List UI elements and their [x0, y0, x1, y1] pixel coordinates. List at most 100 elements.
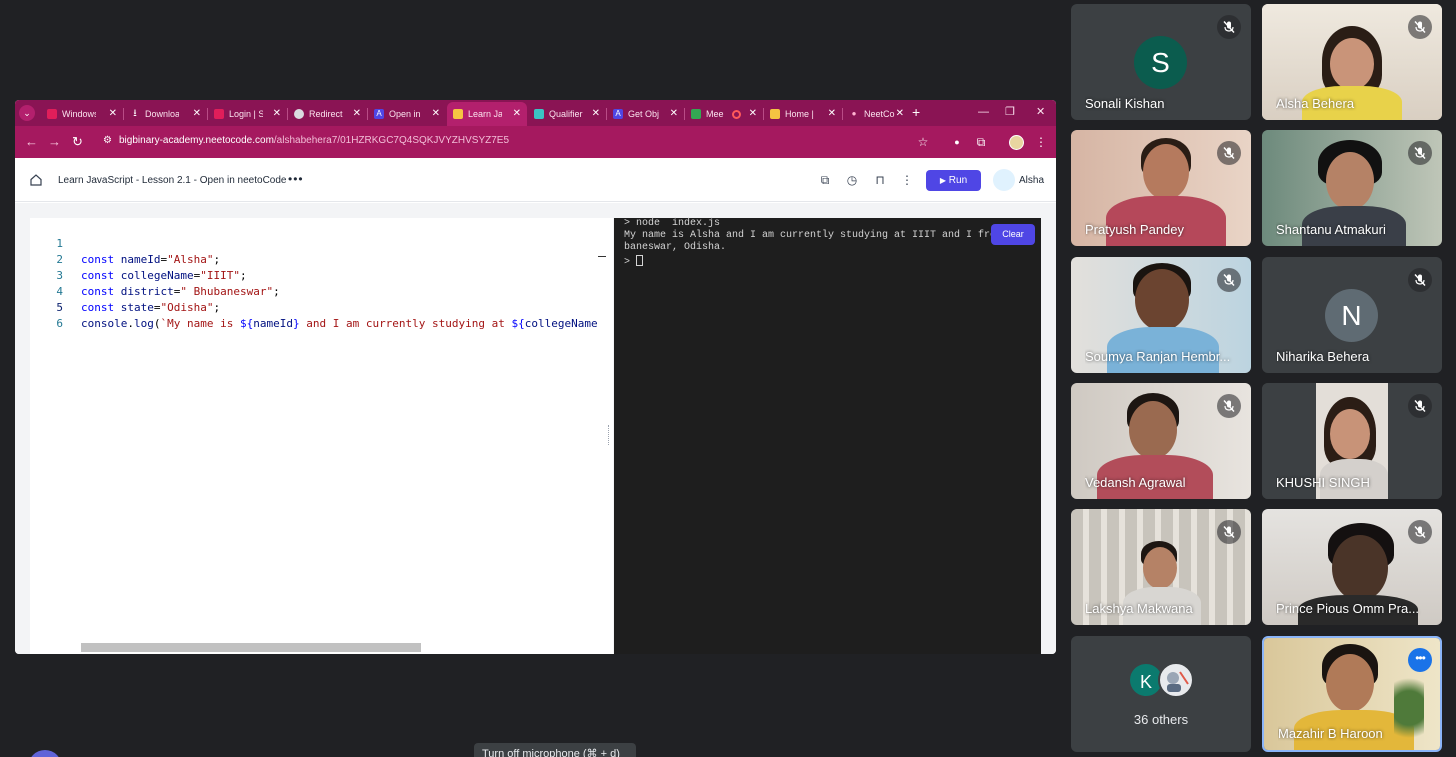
browser-menu-icon[interactable]: ⋮	[1034, 135, 1048, 149]
participant-tile[interactable]: Soumya Ranjan Hembr...	[1071, 257, 1251, 373]
pin-icon: ●	[851, 109, 857, 118]
browser-tab[interactable]: Windows ✕	[41, 102, 123, 126]
participant-name: Alsha Behera	[1276, 96, 1355, 111]
close-tab-icon[interactable]: ✕	[353, 108, 361, 119]
participant-avatar: S	[1134, 36, 1187, 89]
bookmark-star-icon[interactable]: ☆	[916, 135, 930, 149]
code-line: 3 const district=" Bhubaneswar";	[30, 252, 613, 298]
overview-ruler-mark	[598, 256, 606, 257]
others-tile[interactable]: K 36 others	[1071, 636, 1251, 752]
run-button[interactable]: ▶ Run	[926, 170, 981, 191]
participant-tile[interactable]: Pratyush Pandey	[1071, 130, 1251, 246]
muted-mic-icon	[1217, 141, 1241, 165]
participant-avatar	[1158, 662, 1194, 698]
forward-icon[interactable]: →	[48, 135, 61, 149]
restore-icon[interactable]: ❐	[1005, 106, 1015, 118]
muted-mic-icon	[1217, 520, 1241, 544]
others-count: 36 others	[1133, 712, 1189, 727]
video-feed-person	[1135, 269, 1189, 331]
close-tab-icon[interactable]: ✕	[828, 108, 836, 119]
terminal-line: baneswar, Odisha.	[624, 242, 727, 253]
bookmark-icon[interactable]: ⊓	[872, 172, 888, 188]
copy-icon[interactable]: ⧉	[817, 172, 833, 188]
video-feed-person	[1332, 535, 1388, 601]
browser-tab[interactable]: Qualifier ✕	[528, 102, 606, 126]
video-feed-person	[1129, 401, 1177, 459]
browser-tab-active[interactable]: Learn Ja ✕	[447, 102, 527, 126]
browser-tab[interactable]: Mee ✕	[685, 102, 763, 126]
more-options-icon[interactable]: •••	[288, 172, 304, 186]
participant-tile[interactable]: Lakshya Makwana	[1071, 509, 1251, 625]
close-tab-icon[interactable]: ✕	[749, 108, 757, 119]
editor-area: 1 const nameId="Alsha"; 2 const collegeN…	[15, 203, 1056, 654]
close-tab-icon[interactable]: ✕	[592, 108, 600, 119]
participant-tile[interactable]: KHUSHI SINGH	[1262, 383, 1442, 499]
muted-mic-icon	[1217, 394, 1241, 418]
browser-tab[interactable]: Home | ✕	[764, 102, 842, 126]
history-clock-icon[interactable]: ◷	[844, 172, 860, 188]
video-feed-person	[1330, 38, 1374, 90]
more-options-button[interactable]: •••	[1408, 648, 1432, 672]
extensions-puzzle-icon[interactable]: ⧉	[974, 135, 988, 149]
tab-search-button[interactable]: ⌄	[19, 105, 35, 121]
participant-tile[interactable]: Alsha Behera	[1262, 4, 1442, 120]
self-avatar[interactable]	[28, 750, 62, 757]
participant-tile-self[interactable]: ••• Mazahir B Haroon	[1262, 636, 1442, 752]
participant-tile[interactable]: Vedansh Agrawal	[1071, 383, 1251, 499]
address-bar: ← → ↻ ⚙ bigbinary-academy.neetocode.com/…	[15, 126, 1056, 158]
terminal-line: My name is Alsha and I am currently stud…	[624, 230, 1027, 241]
pane-splitter-handle[interactable]	[608, 425, 610, 445]
extension-icon[interactable]: ●	[950, 135, 964, 149]
download-icon: ⭳	[133, 108, 137, 119]
code-line: 2 const collegeName="IIIT";	[30, 236, 613, 282]
terminal-output[interactable]: > node index.js My name is Alsha and I a…	[614, 218, 1041, 654]
close-tab-icon[interactable]: ✕	[670, 108, 678, 119]
participant-tile[interactable]: N Niharika Behera	[1262, 257, 1442, 373]
url-text: bigbinary-academy.neetocode.com/alshabeh…	[119, 135, 510, 146]
terminal-prompt: >	[624, 255, 644, 269]
home-icon[interactable]	[29, 173, 43, 187]
recording-icon	[732, 109, 741, 119]
browser-tab[interactable]: Login | S ✕	[208, 102, 287, 126]
code-line: 6	[30, 300, 613, 330]
bookmark-page-icon	[453, 109, 463, 119]
participant-tile[interactable]: S Sonali Kishan	[1071, 4, 1251, 120]
participant-tile[interactable]: Prince Pious Omm Pra...	[1262, 509, 1442, 625]
muted-mic-icon	[1217, 15, 1241, 39]
browser-tab[interactable]: ● NeetCo ✕	[843, 102, 910, 126]
reload-icon[interactable]: ↻	[72, 135, 83, 149]
video-feed-person	[1106, 196, 1226, 246]
browser-tab[interactable]: A Get Obj ✕	[607, 102, 684, 126]
muted-mic-icon	[1408, 520, 1432, 544]
browser-tab[interactable]: ⭳ Downloads ✕	[124, 102, 207, 126]
new-tab-button[interactable]: +	[912, 105, 920, 119]
meet-screen: ⌄ Windows ✕ ⭳ Downloads ✕ Login | S ✕	[0, 0, 1456, 757]
vertical-dots-icon[interactable]: ⋮	[899, 172, 915, 188]
browser-tab[interactable]: Redirecting ✕	[288, 102, 367, 126]
close-tab-icon[interactable]: ✕	[432, 108, 440, 119]
clear-button[interactable]: Clear	[991, 224, 1035, 245]
minimize-icon[interactable]: —	[978, 106, 989, 118]
horizontal-scrollbar[interactable]	[81, 643, 421, 652]
code-line-current: 5 console.log(`My name is ${nameId} and …	[30, 284, 613, 330]
muted-mic-icon	[1408, 268, 1432, 292]
play-icon: ▶	[939, 176, 946, 185]
globe-icon	[294, 109, 304, 119]
close-window-icon[interactable]: ✕	[1036, 106, 1045, 118]
close-tab-icon[interactable]: ✕	[193, 108, 201, 119]
user-name: Alsha	[1019, 175, 1045, 186]
browser-tab[interactable]: A Open in ✕	[368, 102, 446, 126]
code-editor[interactable]: 1 const nameId="Alsha"; 2 const collegeN…	[30, 218, 613, 654]
participant-tile[interactable]: Shantanu Atmakuri	[1262, 130, 1442, 246]
site-info-icon[interactable]: ⚙	[103, 135, 112, 146]
close-tab-icon[interactable]: ✕	[109, 108, 117, 119]
url-field[interactable]: ⚙ bigbinary-academy.neetocode.com/alshab…	[97, 130, 937, 154]
close-tab-icon[interactable]: ✕	[513, 108, 521, 119]
close-tab-icon[interactable]: ✕	[896, 108, 904, 119]
profile-avatar[interactable]	[1009, 135, 1024, 150]
meet-icon	[691, 109, 701, 119]
participant-name: KHUSHI SINGH	[1276, 475, 1370, 490]
close-tab-icon[interactable]: ✕	[273, 108, 281, 119]
user-avatar[interactable]	[993, 169, 1015, 191]
back-icon[interactable]: ←	[25, 135, 38, 149]
